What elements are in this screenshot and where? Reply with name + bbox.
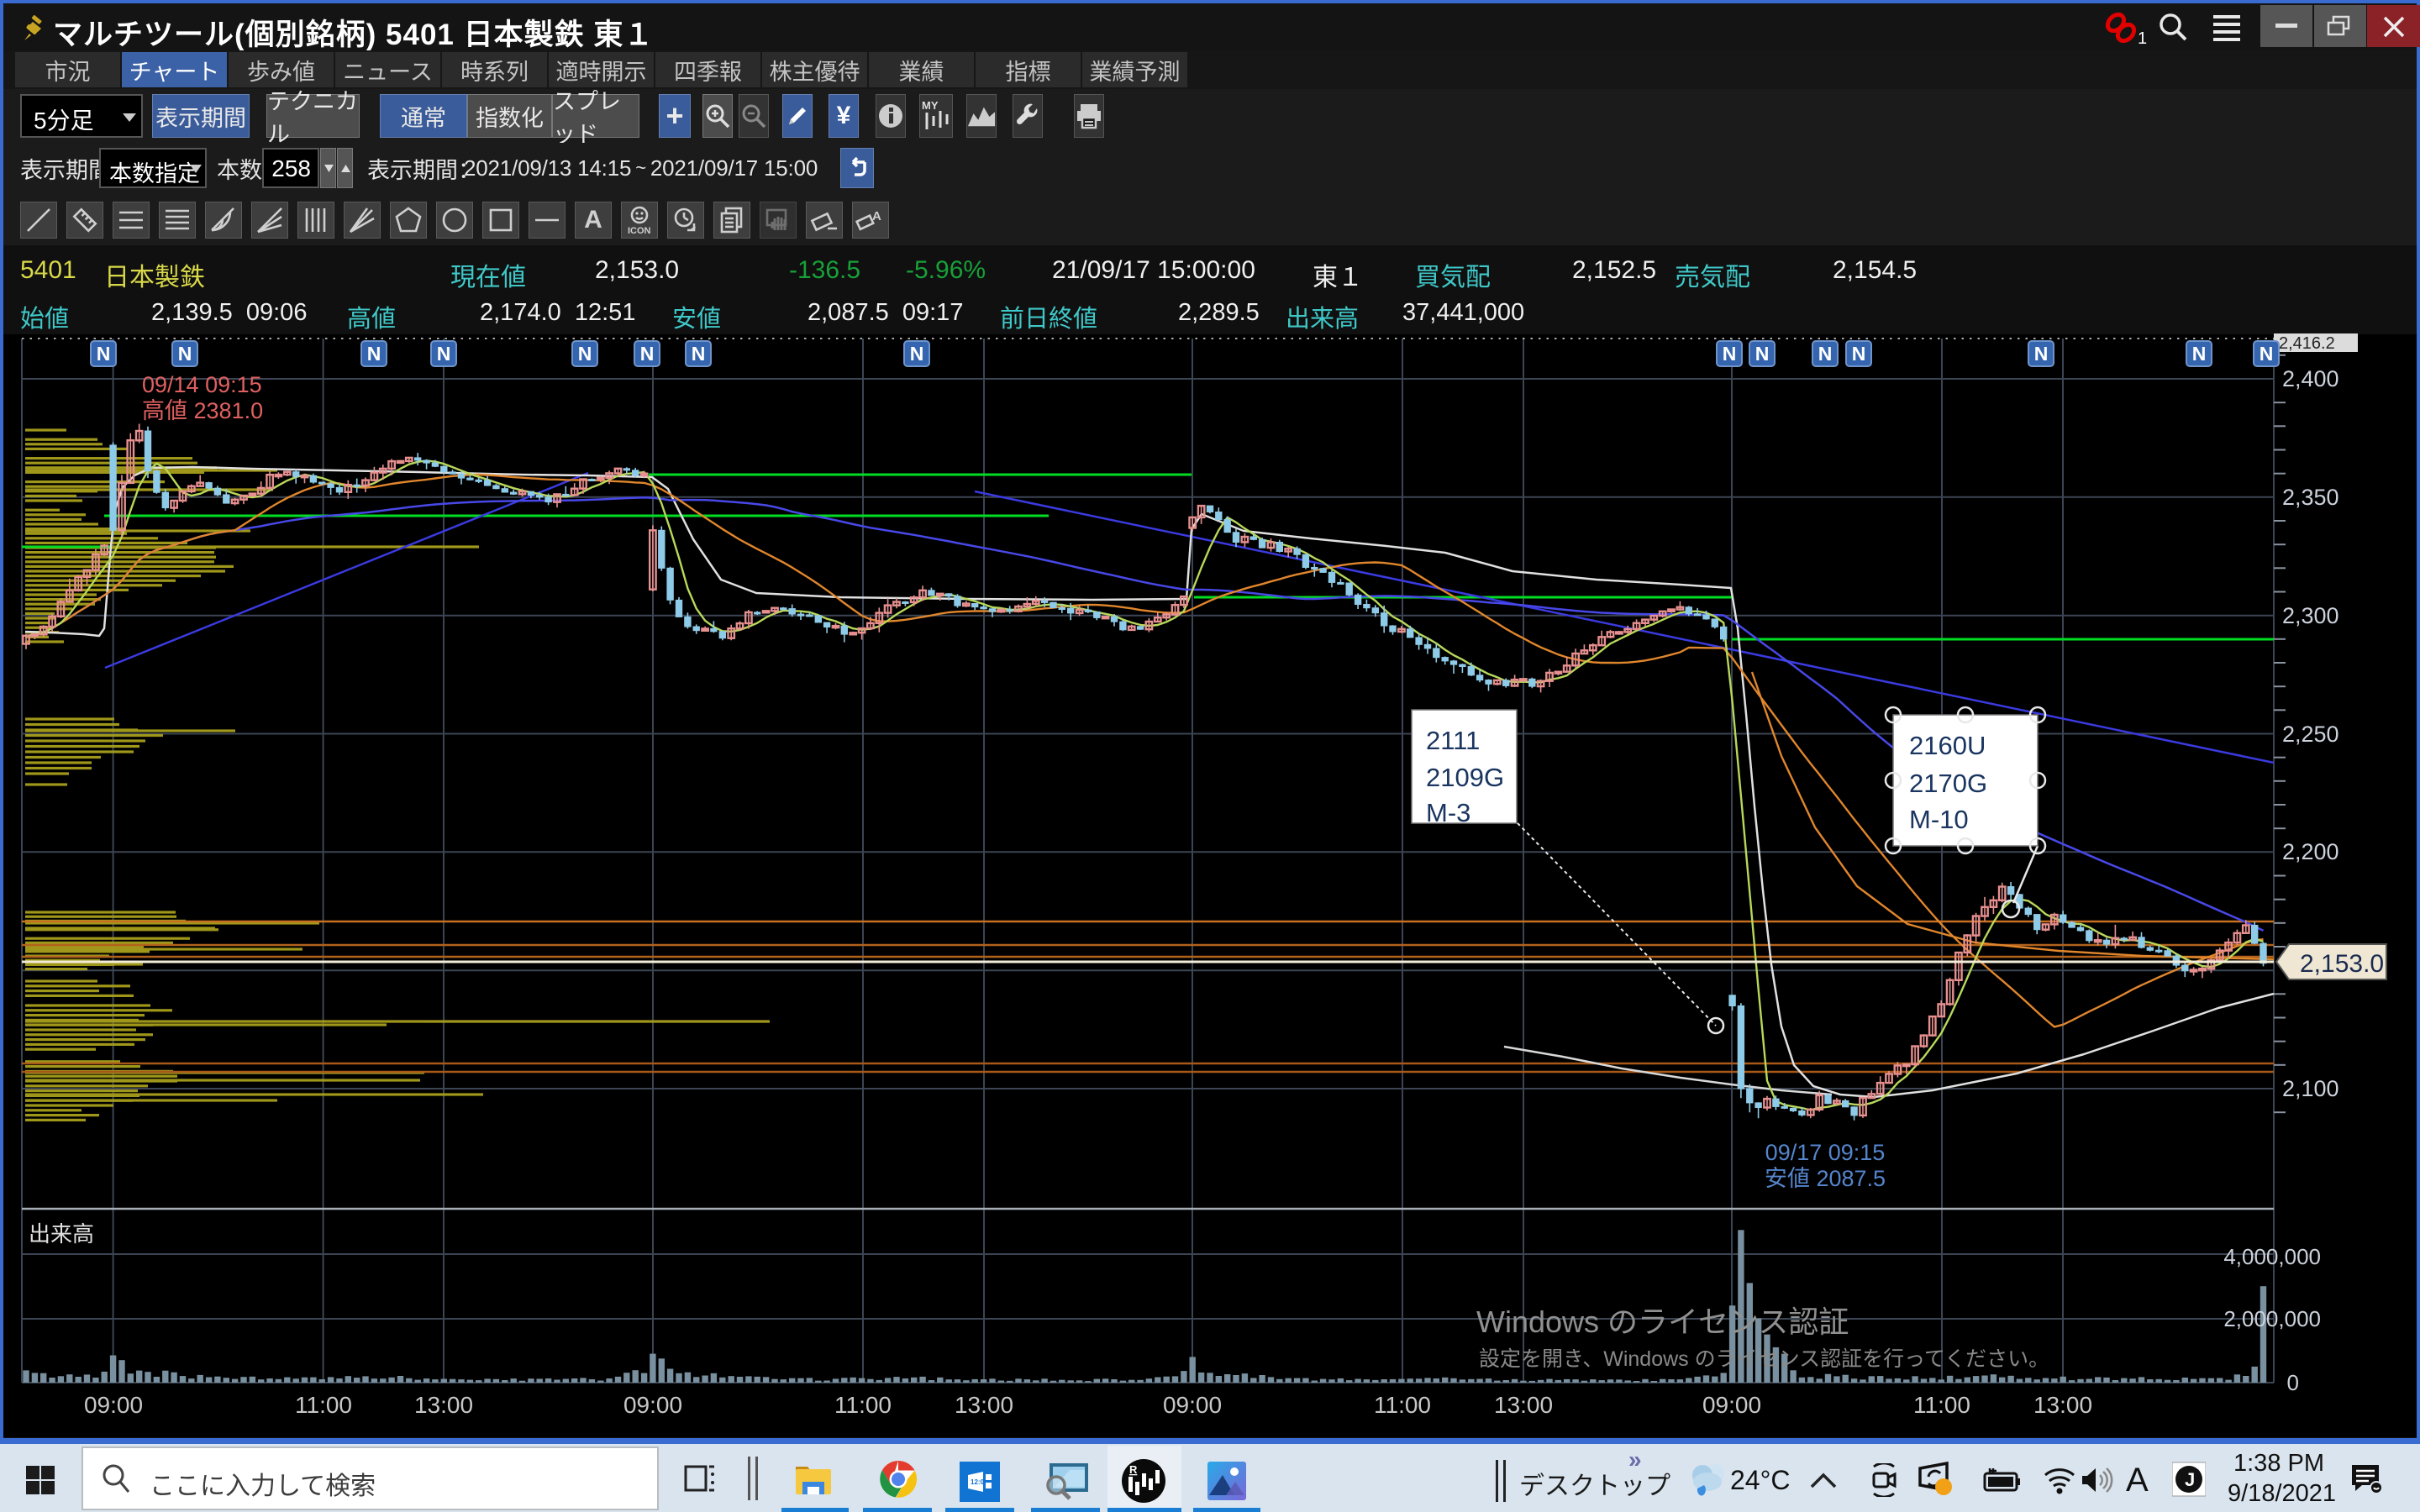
svg-text:N: N [1755,343,1770,365]
svg-text:09:00: 09:00 [623,1392,682,1418]
svg-text:13:00: 13:00 [955,1392,1013,1418]
svg-text:N: N [640,343,655,365]
svg-text:N: N [1818,343,1833,365]
svg-text:N: N [1723,343,1737,365]
svg-text:2,300: 2,300 [2282,603,2339,628]
svg-text:09:00: 09:00 [1702,1392,1761,1418]
svg-text:2,350: 2,350 [2282,485,2339,510]
svg-text:09:00: 09:00 [1163,1392,1222,1418]
svg-text:09/14 09:15: 09/14 09:15 [142,372,262,397]
svg-text:安値 2087.5: 安値 2087.5 [1765,1166,1886,1191]
svg-text:2,400: 2,400 [2282,366,2339,391]
svg-text:出来高: 出来高 [29,1221,94,1247]
svg-text:2109G: 2109G [1426,763,1504,792]
svg-text:N: N [1852,343,1866,365]
svg-text:11:00: 11:00 [295,1392,352,1418]
svg-text:2,000,000: 2,000,000 [2223,1306,2321,1331]
svg-text:2170G: 2170G [1909,769,1987,798]
svg-text:N: N [910,343,924,365]
svg-text:N: N [2260,343,2274,365]
svg-text:2,200: 2,200 [2282,839,2339,864]
svg-text:R: R [1129,1463,1138,1476]
svg-text:13:00: 13:00 [414,1392,473,1418]
svg-text:N: N [437,343,451,365]
svg-text:12:00: 12:00 [971,1478,988,1486]
svg-text:M-3: M-3 [1426,798,1470,827]
svg-text:11:00: 11:00 [1913,1392,1970,1418]
svg-text:N: N [2034,343,2049,365]
svg-text:N: N [367,343,381,365]
svg-text:N: N [692,343,706,365]
svg-text:4,000,000: 4,000,000 [2223,1244,2321,1269]
svg-text:13:00: 13:00 [2033,1392,2092,1418]
svg-text:設定を開き、Windows のライセンス認証を行ってください: 設定を開き、Windows のライセンス認証を行ってください。 [1479,1347,2049,1371]
svg-text:2111: 2111 [1426,726,1480,755]
svg-text:2,100: 2,100 [2282,1076,2339,1101]
svg-text:2,416.2: 2,416.2 [2279,334,2335,353]
svg-text:2160U: 2160U [1909,731,1986,760]
svg-text:13:00: 13:00 [1494,1392,1553,1418]
svg-text:2,153.0: 2,153.0 [2300,950,2384,978]
svg-text:2,250: 2,250 [2282,722,2339,747]
svg-text:高値 2381.0: 高値 2381.0 [142,398,263,423]
svg-text:N: N [2192,343,2207,365]
svg-text:J: J [2185,1469,2195,1490]
svg-text:09:00: 09:00 [84,1392,143,1418]
svg-text:11:00: 11:00 [834,1392,892,1418]
svg-text:N: N [178,343,192,365]
svg-text:Windows のライセンス認証: Windows のライセンス認証 [1476,1305,1849,1339]
svg-text:N: N [578,343,592,365]
svg-text:M-10: M-10 [1909,805,1969,834]
svg-text:0: 0 [2287,1370,2299,1395]
svg-text:N: N [97,343,111,365]
svg-text:09/17 09:15: 09/17 09:15 [1765,1140,1886,1165]
svg-text:11:00: 11:00 [1374,1392,1431,1418]
